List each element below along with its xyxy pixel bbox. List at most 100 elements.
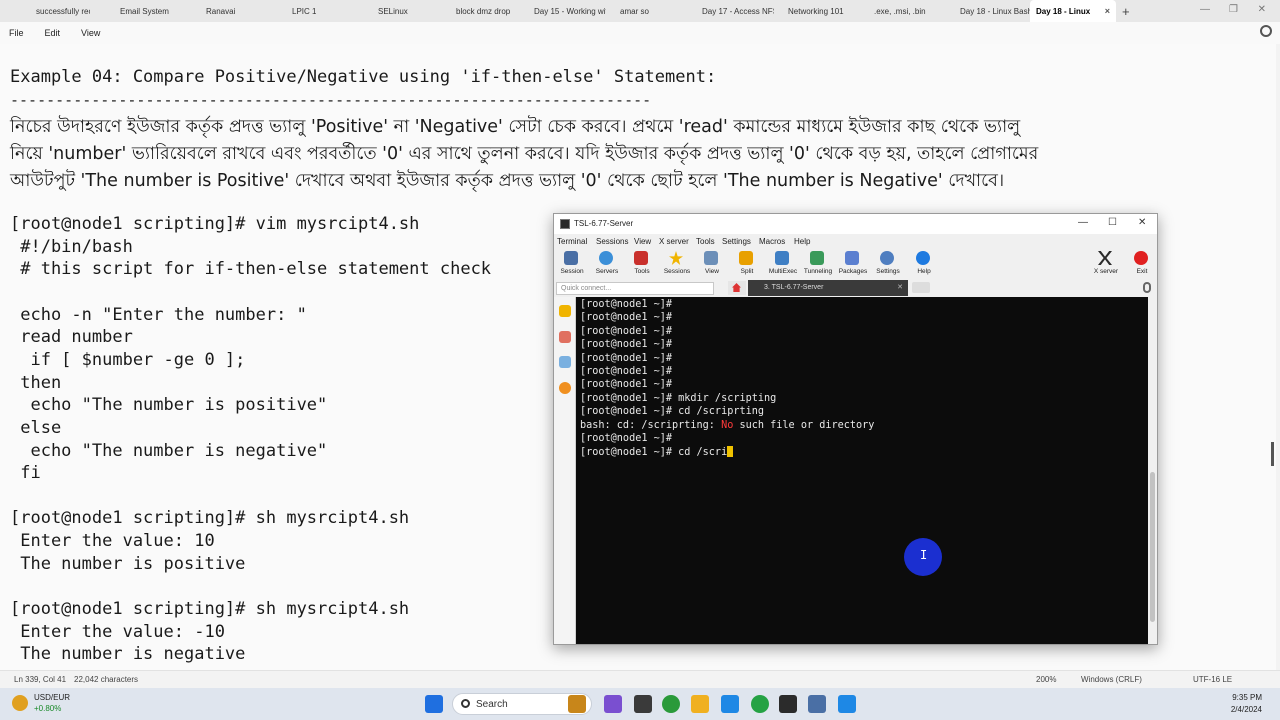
briefcase-icon[interactable] [568,695,586,713]
code-line: if [ $number -ge 0 ]; [10,349,246,370]
sftp-icon[interactable] [559,382,571,394]
mobaxterm-icon[interactable] [808,695,826,713]
session-icon [564,251,578,265]
help-button[interactable]: Help [904,249,944,281]
whatsapp-icon[interactable] [751,695,769,713]
code-line: The number is negative [10,644,246,665]
code-line: echo -n "Enter the number: " [10,304,307,325]
macros-icon[interactable] [559,356,571,368]
status-bar: Ln 339, Col 41 22,042 characters 200% Wi… [0,670,1280,688]
moba-menu-view[interactable]: View [634,237,651,246]
windows-start-icon[interactable] [425,695,443,713]
terminal[interactable]: [root@node1 ~]# [root@node1 ~]# [root@no… [576,297,1148,644]
settings-button[interactable]: Settings [868,249,908,281]
tunneling-icon [810,251,824,265]
tool-label: MultiExec [768,268,798,275]
scrollbar-thumb[interactable] [1150,472,1155,622]
folder-icon[interactable] [691,695,709,713]
browser-tab[interactable]: Day 18 - Linux Bash S [946,0,1030,22]
tools-button[interactable]: Tools [622,249,662,281]
view-button[interactable]: View [692,249,732,281]
error-text: such file or directory [733,419,875,431]
gear-icon[interactable] [1260,25,1272,37]
moba-sidebar [554,297,576,644]
clock[interactable]: 9:35 PM 2/4/2024 [1231,692,1262,716]
tool-label: X server [1093,268,1119,275]
terminal-line: [root@node1 ~]# [580,433,673,444]
close-window-icon[interactable]: ✕ [1258,4,1266,15]
split-button[interactable]: Split [727,249,767,281]
error-text: bash: cd: /scriprting: [580,419,722,431]
doc-heading: Example 04: Compare Positive/Negative us… [10,67,717,87]
notepad-icon[interactable] [838,695,856,713]
tool-label: Tools [634,268,650,275]
quick-connect-input[interactable]: Quick connect... [556,282,714,295]
browser-tab[interactable]: LPIC 1 [262,0,348,22]
tunneling-button[interactable]: Tunneling [798,249,838,281]
maximize-icon[interactable]: ☐ [1108,217,1117,228]
star-icon[interactable] [559,305,571,317]
close-icon[interactable]: × [1105,6,1110,16]
moba-menu-help[interactable]: Help [794,237,810,246]
chrome-icon[interactable] [662,695,680,713]
menu-view[interactable]: View [81,28,100,38]
minimize-icon[interactable]: — [1200,4,1210,15]
paperclip-icon[interactable] [1143,282,1151,293]
browser-tab-active[interactable]: Day 18 - Linux × [1030,0,1116,22]
moba-menu-sessions[interactable]: Sessions [596,237,628,246]
session-tab[interactable]: 3. TSL-6.77-Server ✕ [748,280,908,296]
browser-tab[interactable]: SELinux [348,0,434,22]
browser-tab[interactable]: block dmz drop [434,0,520,22]
tab-label: Day 15 - Working witl [534,6,606,16]
browser-tab[interactable]: Day 15 - Working witl [520,0,606,22]
new-tab-button[interactable]: + [1122,4,1130,19]
tools-icon[interactable] [559,331,571,343]
moba-menu-macros[interactable]: Macros [759,237,785,246]
menu-file[interactable]: File [9,28,24,38]
terminal-icon[interactable] [779,695,797,713]
tool-label: Settings [876,268,900,275]
session-button[interactable]: Session [552,249,592,281]
moba-menu-bar: Terminal Sessions View X server Tools Se… [554,235,1157,249]
browser-tab[interactable]: Ranavai [176,0,262,22]
browser-tab[interactable]: Email System [90,0,176,22]
terminal-line: [root@node1 ~]# [580,312,673,324]
tab-label: block dmz drop [456,6,511,16]
help-icon [916,251,930,265]
servers-button[interactable]: Servers [587,249,627,281]
sessions-button[interactable]: Sessions [657,249,697,281]
minimize-icon[interactable]: — [1078,217,1088,228]
browser-tab[interactable]: amar so [606,0,688,22]
moba-menu-settings[interactable]: Settings [722,237,751,246]
home-tab[interactable] [728,281,746,295]
terminal-scrollbar[interactable] [1148,297,1157,644]
exit-button[interactable]: Exit [1122,249,1162,281]
packages-button[interactable]: Packages [833,249,873,281]
terminal-line: [root@node1 ~]# [580,366,673,377]
stock-name: USD/EUR [34,693,71,702]
close-icon[interactable]: ✕ [897,280,903,295]
stock-icon [12,695,28,711]
xserver-button[interactable]: X server [1086,249,1126,281]
browser-tab[interactable]: Day 17 - Access NFS : [688,0,774,22]
task-view-icon[interactable] [634,695,652,713]
code-line: then [10,372,62,393]
maximize-icon[interactable]: ❐ [1229,4,1238,15]
close-icon[interactable]: ✕ [1138,217,1146,228]
skype-icon[interactable] [721,695,739,713]
copilot-icon[interactable] [604,695,622,713]
new-session-tab[interactable] [912,282,930,293]
multiexec-button[interactable]: MultiExec [763,249,803,281]
scrollbar-thumb[interactable] [1271,442,1274,466]
menu-edit[interactable]: Edit [45,28,61,38]
terminal-line: [root@node1 ~]# [580,299,673,310]
moba-menu-xserver[interactable]: X server [659,237,689,246]
moba-menu-terminal[interactable]: Terminal [557,237,587,246]
browser-tab[interactable]: Networking 101 [774,0,860,22]
browser-tab[interactable]: successfully rec [0,0,90,22]
tools-icon [634,251,648,265]
code-line: fi [10,463,41,484]
moba-menu-tools[interactable]: Tools [696,237,715,246]
browser-tab[interactable]: .exe, .msi, .bin [860,0,946,22]
terminal-line: [root@node1 ~]# [580,339,673,351]
